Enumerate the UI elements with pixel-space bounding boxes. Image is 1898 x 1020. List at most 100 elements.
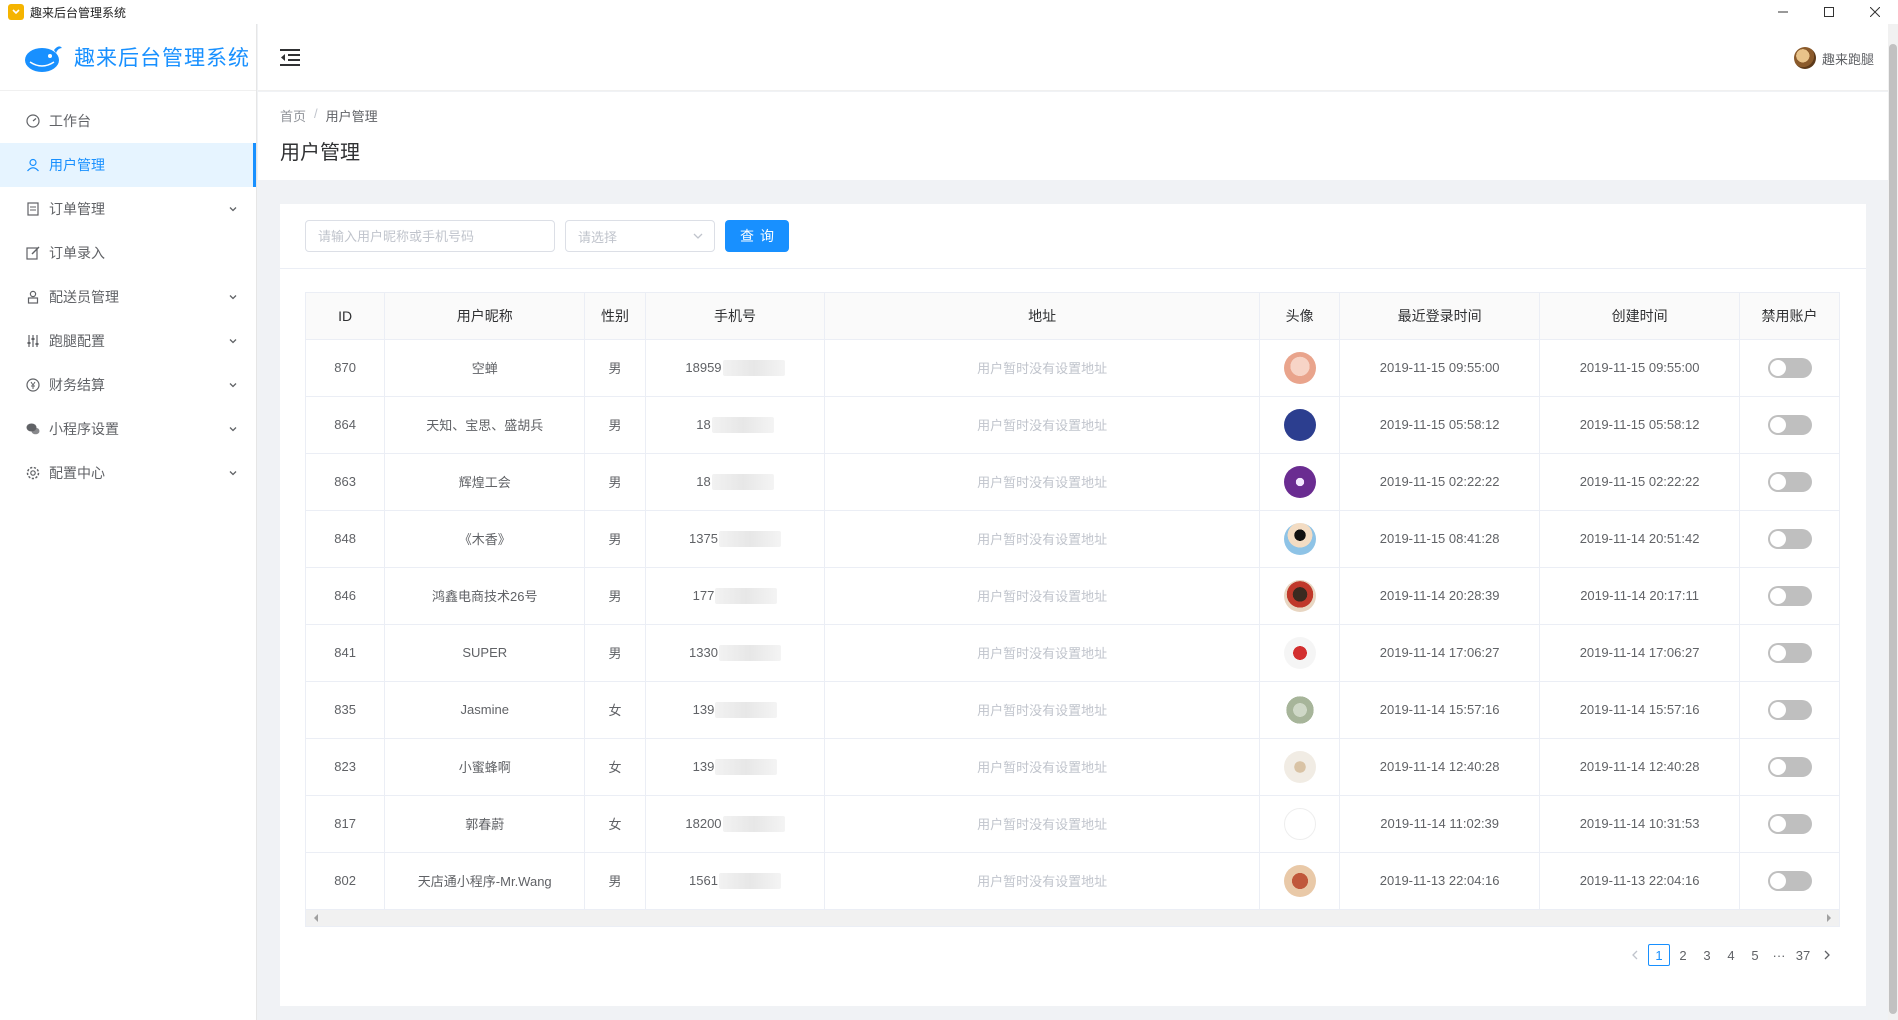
table-row[interactable]: 863 辉煌工会 男 18 用户暂时没有设置地址 2019-11-15 02:22:22 2… xyxy=(306,453,1839,511)
phone-redacted xyxy=(715,587,778,604)
sidebar-item-0[interactable]: 工作台 xyxy=(0,99,256,143)
phone-redacted xyxy=(718,644,781,661)
breadcrumb-home[interactable]: 首页 xyxy=(280,106,306,125)
user-phone: 139 xyxy=(692,701,778,718)
app-icon xyxy=(8,4,24,20)
disable-account-toggle[interactable] xyxy=(1767,870,1812,891)
user-nickname: 天店通小程序-Mr.Wang xyxy=(417,874,552,889)
user-gender: 女 xyxy=(608,703,622,718)
sidebar-item-label: 工作台 xyxy=(49,113,91,129)
close-icon[interactable] xyxy=(1852,0,1898,24)
disable-account-toggle[interactable] xyxy=(1767,357,1812,378)
column-header[interactable]: 头像 xyxy=(1259,293,1341,340)
table-row[interactable]: 802 天店通小程序-Mr.Wang 男 1561 用户暂时没有设置地址 2019-11-… xyxy=(306,852,1839,910)
minimize-icon[interactable] xyxy=(1760,0,1806,24)
user-id: 863 xyxy=(334,474,356,489)
table-row[interactable]: 870 空蝉 男 18959 用户暂时没有设置地址 2019-11-15 09:55:00… xyxy=(306,339,1839,397)
sidebar-item-7[interactable]: 小程序设置 xyxy=(0,407,256,451)
menu-fold-icon[interactable] xyxy=(280,48,300,66)
phone-redacted xyxy=(715,701,778,718)
disable-account-toggle[interactable] xyxy=(1767,528,1812,549)
user-menu[interactable]: 趣来跑腿 xyxy=(1793,47,1874,69)
sidebar-item-3[interactable]: 订单录入 xyxy=(0,231,256,275)
table-row[interactable]: 835 Jasmine 女 139 用户暂时没有设置地址 2019-11-14 15:57… xyxy=(306,681,1839,739)
user-gender: 女 xyxy=(608,817,622,832)
sidebar-item-8[interactable]: 配置中心 xyxy=(0,451,256,495)
user-id: 864 xyxy=(334,417,356,432)
finance-icon xyxy=(25,377,41,393)
phone-redacted xyxy=(718,872,781,889)
vertical-scrollbar[interactable] xyxy=(1888,24,1898,1020)
user-address: 用户暂时没有设置地址 xyxy=(977,532,1108,547)
disable-account-toggle[interactable] xyxy=(1767,813,1812,834)
sidebar-item-4[interactable]: 配送员管理 xyxy=(0,275,256,319)
dashboard-icon xyxy=(25,113,41,129)
column-header[interactable]: ID xyxy=(306,293,386,340)
disable-account-toggle[interactable] xyxy=(1767,642,1812,663)
user-address: 用户暂时没有设置地址 xyxy=(977,817,1108,832)
page-3[interactable]: 3 xyxy=(1696,944,1718,966)
user-gender: 男 xyxy=(608,418,622,433)
page-last[interactable]: 37 xyxy=(1792,944,1814,966)
column-header[interactable]: 禁用账户 xyxy=(1739,293,1839,340)
scrollbar-thumb[interactable] xyxy=(1889,44,1897,1014)
maximize-icon[interactable] xyxy=(1806,0,1852,24)
last-login-time: 2019-11-14 12:40:28 xyxy=(1379,759,1500,774)
user-id: 870 xyxy=(334,360,356,375)
avatar-icon xyxy=(1283,750,1316,783)
next-page-icon[interactable] xyxy=(1816,944,1838,966)
page-4[interactable]: 4 xyxy=(1720,944,1742,966)
user-address: 用户暂时没有设置地址 xyxy=(977,589,1108,604)
column-header[interactable]: 手机号 xyxy=(645,293,826,340)
table-row[interactable]: 823 小蜜蜂啊 女 139 用户暂时没有设置地址 2019-11-14 12:40:28… xyxy=(306,738,1839,796)
column-header[interactable]: 性别 xyxy=(584,293,646,340)
page-1[interactable]: 1 xyxy=(1648,944,1670,966)
phone-redacted xyxy=(711,416,774,433)
horizontal-scrollbar[interactable] xyxy=(306,909,1839,926)
column-header[interactable]: 最近登录时间 xyxy=(1339,293,1541,340)
chevron-down-icon xyxy=(228,201,238,217)
disable-account-toggle[interactable] xyxy=(1767,699,1812,720)
phone-visible: 1330 xyxy=(689,645,718,660)
page-5[interactable]: 5 xyxy=(1744,944,1766,966)
last-login-time: 2019-11-15 02:22:22 xyxy=(1379,474,1500,489)
prev-page-icon[interactable] xyxy=(1624,944,1646,966)
disable-account-toggle[interactable] xyxy=(1767,756,1812,777)
table-row[interactable]: 848 《木香》 男 1375 用户暂时没有设置地址 2019-11-15 08:41:2… xyxy=(306,510,1839,568)
search-input[interactable] xyxy=(305,220,555,252)
logo[interactable]: 趣来后台管理系统 xyxy=(0,24,256,91)
sidebar-item-2[interactable]: 订单管理 xyxy=(0,187,256,231)
page-header: 首页 / 用户管理 用户管理 xyxy=(258,92,1888,180)
sidebar-item-label: 跑腿配置 xyxy=(49,333,105,349)
user-address: 用户暂时没有设置地址 xyxy=(977,361,1108,376)
table-row[interactable]: 864 天知、宝思、盛胡兵 男 18 用户暂时没有设置地址 2019-11-15 05:5… xyxy=(306,396,1839,454)
user-id: 848 xyxy=(334,531,356,546)
column-header[interactable]: 创建时间 xyxy=(1539,293,1741,340)
scroll-right-icon[interactable] xyxy=(1825,913,1833,922)
user-id: 846 xyxy=(334,588,356,603)
phone-visible: 139 xyxy=(692,702,715,717)
sidebar-item-label: 财务结算 xyxy=(49,377,105,393)
status-select[interactable]: 请选择 xyxy=(565,220,715,252)
sidebar-item-5[interactable]: 跑腿配置 xyxy=(0,319,256,363)
sidebar-item-label: 订单管理 xyxy=(49,201,105,217)
scroll-left-icon[interactable] xyxy=(312,913,320,922)
table-row[interactable]: 841 SUPER 男 1330 用户暂时没有设置地址 2019-11-14 17:06:… xyxy=(306,624,1839,682)
disable-account-toggle[interactable] xyxy=(1767,471,1812,492)
page-ellipsis[interactable]: ··· xyxy=(1768,944,1790,966)
disable-account-toggle[interactable] xyxy=(1767,414,1812,435)
table-row[interactable]: 817 郭春蔚 女 18200 用户暂时没有设置地址 2019-11-14 11:02:3… xyxy=(306,795,1839,853)
table-row[interactable]: 846 鸿鑫电商技术26号 男 177 用户暂时没有设置地址 2019-11-14 20:… xyxy=(306,567,1839,625)
user-nickname: 小蜜蜂啊 xyxy=(458,760,511,775)
user-phone: 1375 xyxy=(689,530,781,547)
disable-account-toggle[interactable] xyxy=(1767,585,1812,606)
column-header[interactable]: 地址 xyxy=(824,293,1261,340)
pagination: 1 2 3 4 5 ··· 37 xyxy=(1624,944,1838,966)
query-button[interactable]: 查询 xyxy=(725,220,789,252)
page-2[interactable]: 2 xyxy=(1672,944,1694,966)
column-header[interactable]: 用户昵称 xyxy=(384,293,586,340)
sidebar-item-1[interactable]: 用户管理 xyxy=(0,143,256,187)
sidebar-item-6[interactable]: 财务结算 xyxy=(0,363,256,407)
phone-visible: 18 xyxy=(696,474,711,489)
user-phone: 18 xyxy=(696,416,774,433)
